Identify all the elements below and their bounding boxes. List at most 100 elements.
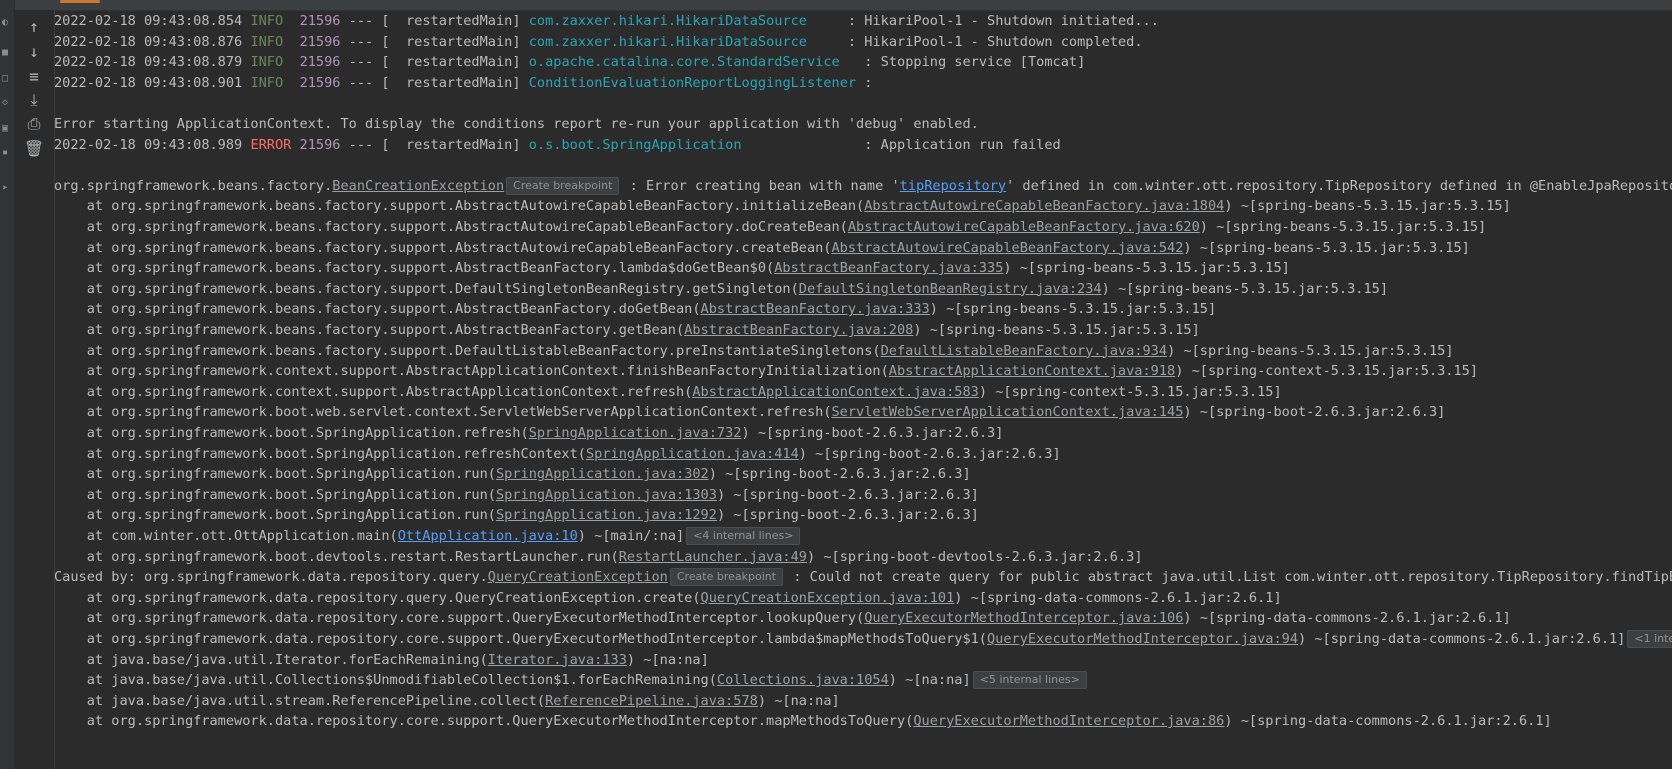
source-link[interactable]: AbstractBeanFactory.java:208 [684, 322, 913, 338]
stack-frame-text: at org.springframework.context.support.A… [54, 363, 889, 380]
console-output[interactable]: 2022-02-18 09:43:08.854 INFO 21596 --- [… [54, 10, 1672, 769]
source-link[interactable]: QueryExecutorMethodInterceptor.java:94 [987, 631, 1298, 647]
internal-lines-toggle[interactable]: <4 internal lines> [686, 527, 801, 545]
source-link[interactable]: SpringApplication.java:732 [529, 425, 742, 441]
logger-name: com.zaxxer.hikari.HikariDataSource [528, 33, 807, 50]
print-icon[interactable]: ⎙ [22, 112, 46, 136]
stack-frame-text: at org.springframework.beans.factory.sup… [54, 198, 865, 215]
console-line: at org.springframework.beans.factory.sup… [54, 216, 1487, 238]
stack-frame-text: at org.springframework.data.repository.q… [54, 589, 701, 606]
stack-frame-text: at org.springframework.boot.SpringApplic… [54, 466, 496, 483]
tool-window-icon[interactable]: ◇ [2, 98, 12, 108]
stack-frame-text: at org.springframework.data.repository.c… [54, 713, 914, 730]
clear-all-icon[interactable]: 🗑 [22, 136, 46, 160]
source-link[interactable]: QueryCreationException [488, 569, 668, 585]
thread-name: restartedMain] [389, 136, 521, 153]
internal-lines-toggle[interactable]: <5 internal lines> [972, 671, 1087, 690]
console-toolbar: ↑ ↓ ≡ ⤓ ⎙ 🗑 [14, 10, 55, 769]
soft-wrap-icon[interactable]: ≡ [22, 64, 46, 88]
console-line: at org.springframework.boot.web.servlet.… [54, 401, 1446, 423]
source-link[interactable]: QueryCreationException.java:101 [701, 590, 955, 606]
ide-console-window: ◐ ■ □ ◇ ▣ ▪ ➤ ↑ ↓ ≡ ⤓ ⎙ 🗑 2022-02-18 09:… [0, 0, 1672, 769]
process-id: 21596 [299, 136, 341, 153]
thread-name: restartedMain] [389, 13, 521, 29]
source-link[interactable]: DefaultSingletonBeanRegistry.java:234 [799, 281, 1102, 297]
stack-frame-text: ) ~[main/:na] [577, 528, 685, 544]
source-link[interactable]: AbstractBeanFactory.java:335 [774, 260, 1003, 276]
source-link[interactable]: QueryExecutorMethodInterceptor.java:106 [864, 610, 1183, 626]
stack-frame-text: : Could not create query for public abst… [785, 569, 1672, 586]
source-link[interactable]: AbstractBeanFactory.java:333 [701, 301, 930, 317]
console-line: at org.springframework.context.support.A… [54, 360, 1478, 382]
internal-lines-toggle[interactable]: <1 intern [1627, 630, 1672, 648]
source-link[interactable]: QueryExecutorMethodInterceptor.java:86 [913, 713, 1224, 729]
source-link[interactable]: SpringApplication.java:1292 [496, 507, 717, 523]
create-breakpoint-button[interactable]: Create breakpoint [506, 176, 620, 195]
stack-frame-text: at org.springframework.beans.factory.sup… [54, 322, 685, 338]
log-message: : HikariPool-1 - Shutdown initiated... [807, 13, 1159, 29]
stack-frame-text: at java.base/java.util.stream.ReferenceP… [54, 692, 546, 709]
log-level: INFO [250, 13, 284, 29]
source-link[interactable]: DefaultListableBeanFactory.java:934 [881, 343, 1167, 359]
stack-frame-text: ) ~[spring-beans-5.3.15.jar:5.3.15] [913, 322, 1200, 338]
tool-window-icon[interactable]: □ [2, 74, 12, 84]
stack-frame-text: at org.springframework.beans.factory.sup… [54, 342, 881, 359]
logger-name: ConditionEvaluationReportLoggingListener [528, 74, 857, 91]
source-link[interactable]: AbstractAutowireCapableBeanFactory.java:… [864, 198, 1224, 214]
source-link[interactable]: AbstractApplicationContext.java:583 [692, 384, 978, 400]
console-line: 2022-02-18 09:43:08.854 INFO 21596 --- [… [54, 10, 1159, 32]
stack-frame-text: ) ~[spring-beans-5.3.15.jar:5.3.15] [1224, 198, 1511, 215]
stack-frame-text: ) ~[na:na] [888, 672, 971, 689]
stack-frame-text: at java.base/java.util.Collections$Unmod… [54, 672, 717, 689]
source-link[interactable]: AbstractApplicationContext.java:918 [889, 363, 1175, 379]
console-line: at java.base/java.util.stream.ReferenceP… [54, 690, 840, 712]
source-link[interactable]: ServletWebServerApplicationContext.java:… [832, 404, 1184, 420]
console-line: at org.springframework.beans.factory.sup… [54, 237, 1470, 259]
pin-icon[interactable]: ➤ [2, 184, 12, 194]
source-link[interactable]: OttApplication.java:10 [398, 528, 578, 544]
console-line: at org.springframework.data.repository.c… [54, 710, 1552, 732]
stack-frame-text: ) ~[spring-boot-2.6.3.jar:2.6.3] [716, 507, 979, 524]
stack-frame-text: : Error creating bean with name ' [621, 177, 900, 194]
logger-name: com.zaxxer.hikari.HikariDataSource [528, 13, 807, 29]
scroll-up-icon[interactable]: ↑ [22, 14, 46, 38]
tool-window-icon[interactable]: ■ [2, 48, 12, 58]
scroll-down-icon[interactable]: ↓ [22, 39, 46, 63]
logger-name: o.s.boot.SpringApplication [528, 136, 742, 153]
create-breakpoint-button[interactable]: Create breakpoint [669, 568, 784, 587]
thread-name: restartedMain] [389, 54, 521, 71]
process-id: 21596 [299, 54, 341, 71]
tool-window-icon[interactable]: ◐ [2, 18, 12, 28]
console-line: at org.springframework.boot.devtools.res… [54, 546, 1143, 568]
stack-frame-text: ) ~[spring-boot-2.6.3.jar:2.6.3] [716, 486, 979, 503]
log-level: INFO [250, 54, 284, 71]
source-link[interactable]: Iterator.java:133 [488, 652, 627, 668]
source-link[interactable]: ReferencePipeline.java:578 [545, 693, 758, 709]
source-link[interactable]: SpringApplication.java:414 [586, 446, 799, 462]
source-link[interactable]: tipRepository [900, 178, 1006, 194]
stack-frame-text: ) ~[spring-boot-2.6.3.jar:2.6.3] [1183, 404, 1446, 421]
console-line: org.springframework.beans.factory.BeanCr… [54, 175, 1672, 197]
source-link[interactable]: RestartLauncher.java:49 [619, 549, 807, 565]
tool-window-icon[interactable]: ▣ [2, 124, 12, 134]
stack-frame-text: ) ~[spring-data-commons-2.6.1.jar:2.6.1] [1183, 610, 1511, 627]
log-timestamp: 2022-02-18 09:43:08.901 [54, 74, 243, 91]
log-separator: --- [ [340, 13, 390, 29]
source-link[interactable]: SpringApplication.java:302 [496, 466, 709, 482]
console-line: at java.base/java.util.Iterator.forEachR… [54, 649, 709, 671]
log-separator: --- [ [340, 74, 390, 91]
source-link[interactable]: BeanCreationException [332, 178, 504, 194]
console-line: at org.springframework.boot.SpringApplic… [54, 504, 979, 526]
stack-frame-text: ) ~[spring-data-commons-2.6.1.jar:2.6.1] [1224, 713, 1552, 730]
console-line: at org.springframework.data.repository.q… [54, 587, 1282, 609]
stack-frame-text: at org.springframework.beans.factory.sup… [54, 260, 775, 277]
source-link[interactable]: AbstractAutowireCapableBeanFactory.java:… [848, 219, 1200, 235]
source-link[interactable]: SpringApplication.java:1303 [496, 487, 717, 503]
console-line: at org.springframework.beans.factory.sup… [54, 319, 1200, 341]
source-link[interactable]: Collections.java:1054 [717, 672, 889, 688]
console-line: + at java.base/java.util.Collections$Unm… [54, 669, 1089, 691]
source-link[interactable]: AbstractAutowireCapableBeanFactory.java:… [832, 240, 1184, 256]
tool-window-icon[interactable]: ▪ [2, 148, 12, 158]
stack-frame-text: ) ~[spring-boot-2.6.3.jar:2.6.3] [798, 445, 1061, 462]
scroll-to-end-icon[interactable]: ⤓ [22, 88, 46, 112]
